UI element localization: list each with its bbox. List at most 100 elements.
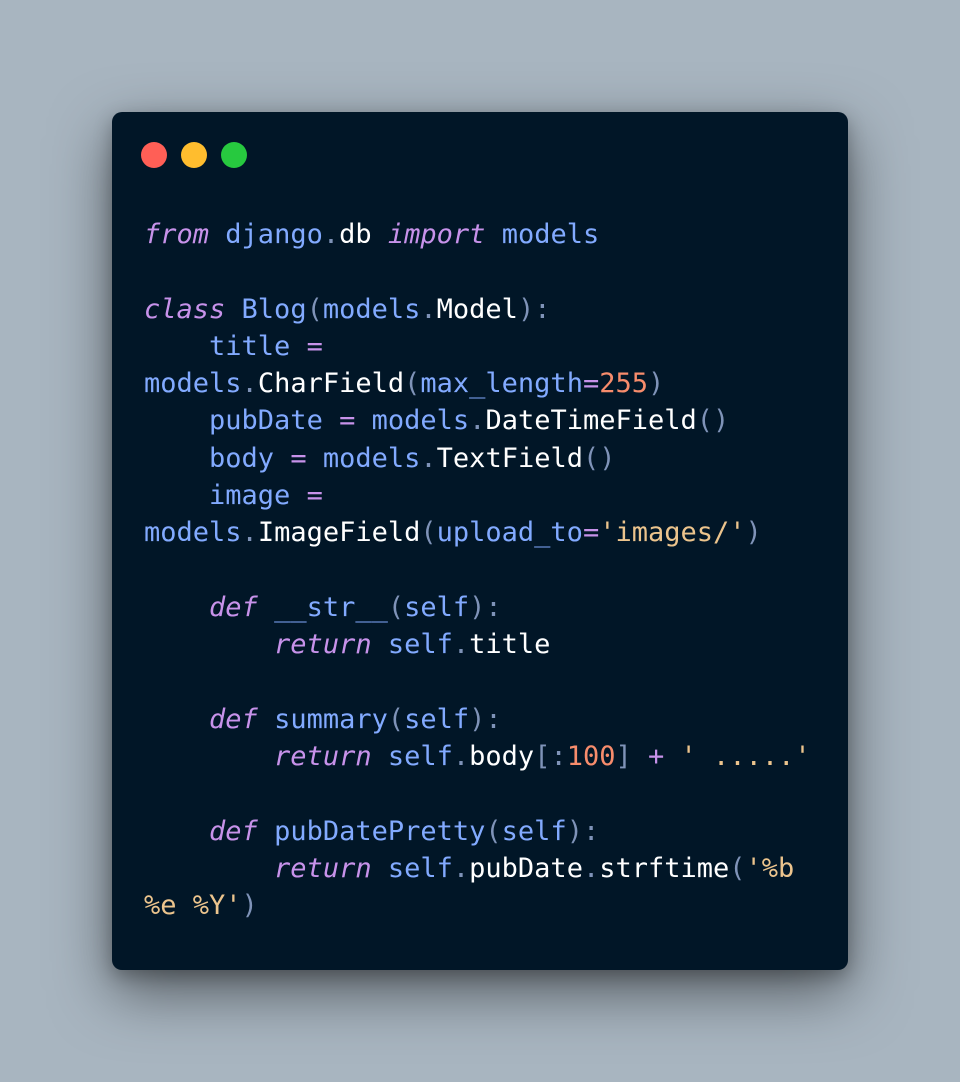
code-window: from django.db import models class Blog(m… — [112, 112, 848, 970]
code-token: ) — [745, 517, 762, 549]
code-token: from — [144, 219, 210, 250]
code-token: = — [306, 480, 323, 512]
code-token: body — [469, 741, 535, 773]
code-token: def — [209, 703, 258, 735]
code-token: upload_to — [436, 517, 583, 549]
code-token: models — [144, 368, 242, 400]
code-token: pubDate — [209, 405, 323, 437]
code-token: ( — [485, 815, 502, 847]
code-token: . — [420, 293, 437, 325]
code-line: %e %Y') — [144, 887, 811, 924]
code-token: db — [339, 219, 388, 250]
code-token: image — [209, 480, 291, 512]
code-token: . — [241, 368, 258, 400]
window-controls — [141, 142, 247, 168]
code-token: self — [387, 629, 453, 661]
code-token: ): — [566, 815, 600, 847]
code-token: = — [582, 368, 600, 400]
code-token: self — [387, 741, 453, 773]
maximize-dot-icon — [221, 142, 247, 168]
code-token: Blog — [241, 293, 307, 325]
code-token: ) — [648, 368, 665, 400]
code-token: max_length — [420, 368, 583, 400]
code-token: '%b — [745, 853, 795, 885]
code-token: strftime — [599, 853, 730, 885]
code-token: ): — [469, 591, 502, 623]
code-token: DateTimeField — [485, 405, 697, 437]
code-token: models — [144, 517, 242, 549]
code-token: () — [696, 405, 730, 437]
code-token: ( — [387, 591, 405, 623]
code-token: self — [404, 591, 470, 623]
code-token: import — [387, 219, 486, 250]
code-line: def summary(self): — [144, 701, 811, 738]
code-line: title = — [144, 328, 811, 365]
code-token: ): — [517, 293, 551, 325]
code-token: . — [241, 517, 258, 549]
code-token: ( — [306, 293, 323, 325]
code-token: . — [582, 853, 600, 885]
code-token: return — [274, 853, 372, 885]
code-token: def — [209, 591, 258, 623]
code-token: 'images/' — [599, 517, 746, 549]
code-token: ): — [469, 703, 502, 735]
code-line: class Blog(models.Model): — [144, 291, 811, 328]
code-token: . — [452, 629, 470, 661]
code-token: 100 — [566, 741, 616, 773]
code-token: def — [209, 815, 258, 847]
code-token: 255 — [599, 368, 648, 400]
code-token: + — [648, 741, 665, 773]
code-block: from django.db import models class Blog(m… — [144, 216, 811, 925]
code-token: self — [404, 703, 470, 735]
close-dot-icon — [141, 142, 167, 168]
code-token: = — [582, 517, 600, 549]
code-token: django — [225, 219, 323, 250]
code-line: return self.title — [144, 626, 811, 663]
code-token: class — [144, 293, 226, 325]
code-token: ( — [729, 853, 746, 885]
code-token: . — [469, 405, 486, 437]
code-token: ImageField — [257, 517, 421, 549]
code-token: CharField — [257, 368, 405, 400]
code-line: def __str__(self): — [144, 589, 811, 626]
code-line: from django.db import models — [144, 216, 811, 253]
code-line: models.ImageField(upload_to='images/') — [144, 514, 811, 551]
code-token: models — [371, 405, 470, 437]
code-token: title — [469, 629, 551, 661]
code-token: return — [274, 741, 372, 773]
code-token: ) — [241, 890, 258, 922]
code-line: return self.pubDate.strftime('%b — [144, 850, 811, 887]
code-token: models — [322, 293, 421, 325]
code-token: Model — [436, 293, 518, 325]
code-line: return self.body[:100] + ' .....' — [144, 738, 811, 775]
code-token: pubDatePretty — [274, 815, 486, 847]
code-token: [: — [534, 741, 567, 773]
code-token: __str__ — [274, 591, 388, 623]
code-token: . — [322, 219, 340, 250]
code-token: . — [420, 442, 437, 474]
code-line: pubDate = models.DateTimeField() — [144, 402, 811, 439]
code-token: pubDate — [469, 853, 583, 885]
code-token: = — [290, 442, 307, 474]
